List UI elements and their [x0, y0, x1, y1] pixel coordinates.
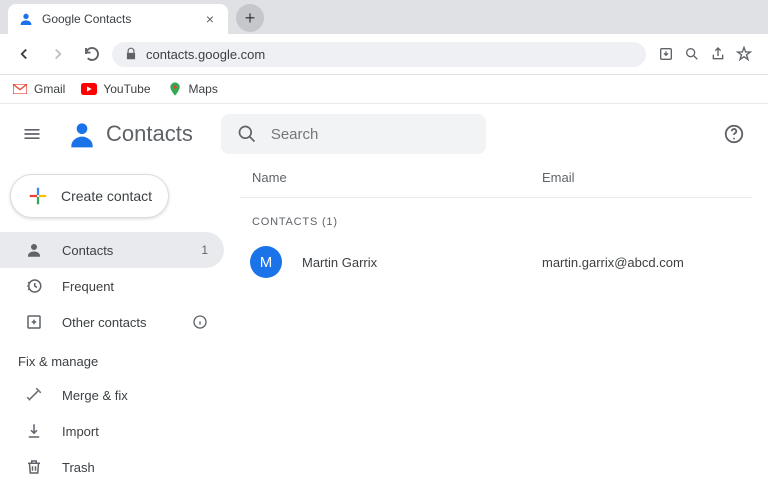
- star-icon[interactable]: [736, 46, 752, 62]
- app-header: Contacts: [0, 104, 768, 164]
- nav-label: Contacts: [62, 243, 113, 258]
- download-icon: [24, 422, 44, 440]
- search-icon: [237, 124, 257, 144]
- browser-tab[interactable]: Google Contacts ×: [8, 4, 228, 34]
- bookmark-label: Gmail: [34, 82, 65, 96]
- back-button[interactable]: [10, 40, 38, 68]
- bookmark-gmail[interactable]: Gmail: [12, 81, 65, 97]
- create-contact-button[interactable]: Create contact: [10, 174, 169, 218]
- sidebar-item-other[interactable]: Other contacts: [0, 304, 224, 340]
- sidebar-item-contacts[interactable]: Contacts 1: [0, 232, 224, 268]
- sidebar-item-merge[interactable]: Merge & fix: [0, 377, 224, 413]
- avatar: M: [250, 246, 282, 278]
- app: Contacts Create contact Contacts: [0, 104, 768, 495]
- table-row[interactable]: M Martin Garrix martin.garrix@abcd.com: [240, 238, 752, 286]
- contacts-favicon-icon: [18, 11, 34, 27]
- nav-label: Other contacts: [62, 315, 147, 330]
- main-content: Name Email CONTACTS (1) M Martin Garrix …: [240, 164, 768, 495]
- info-icon[interactable]: [192, 314, 208, 330]
- youtube-icon: [81, 81, 97, 97]
- menu-button[interactable]: [12, 114, 52, 154]
- omnibox-actions: [652, 46, 758, 62]
- bookmark-label: YouTube: [103, 82, 150, 96]
- nav-label: Import: [62, 424, 99, 439]
- plus-icon: [27, 185, 49, 207]
- address-bar[interactable]: contacts.google.com: [112, 42, 646, 67]
- share-icon[interactable]: [710, 46, 726, 62]
- section-label-manage: Fix & manage: [0, 340, 240, 377]
- sidebar-item-frequent[interactable]: Frequent: [0, 268, 224, 304]
- close-icon[interactable]: ×: [202, 11, 218, 27]
- nav-label: Frequent: [62, 279, 114, 294]
- bookmark-maps[interactable]: Maps: [167, 81, 218, 97]
- maps-icon: [167, 81, 183, 97]
- search-input[interactable]: [271, 126, 470, 143]
- col-header-email[interactable]: Email: [542, 170, 752, 185]
- app-body: Create contact Contacts 1 Frequent Other…: [0, 164, 768, 495]
- help-button[interactable]: [716, 116, 752, 152]
- new-tab-button[interactable]: +: [236, 4, 264, 32]
- create-label: Create contact: [61, 188, 152, 204]
- sidebar-item-import[interactable]: Import: [0, 413, 224, 449]
- app-title: Contacts: [106, 121, 193, 147]
- history-icon: [24, 277, 44, 295]
- contacts-icon: [66, 118, 98, 150]
- bookmarks-bar: Gmail YouTube Maps: [0, 75, 768, 104]
- sidebar: Create contact Contacts 1 Frequent Other…: [0, 164, 240, 495]
- lock-icon: [124, 47, 138, 61]
- bookmark-label: Maps: [189, 82, 218, 96]
- install-icon[interactable]: [658, 46, 674, 62]
- gmail-icon: [12, 81, 28, 97]
- person-icon: [24, 241, 44, 259]
- nav-count: 1: [201, 243, 208, 257]
- browser-chrome: Google Contacts × + contacts.google.com: [0, 0, 768, 104]
- contact-email: martin.garrix@abcd.com: [542, 255, 752, 270]
- col-header-name[interactable]: Name: [252, 170, 542, 185]
- bookmark-youtube[interactable]: YouTube: [81, 81, 150, 97]
- wand-icon: [24, 386, 44, 404]
- column-headers: Name Email: [240, 164, 752, 198]
- contact-name: Martin Garrix: [302, 255, 542, 270]
- forward-button[interactable]: [44, 40, 72, 68]
- group-label: CONTACTS (1): [240, 198, 752, 238]
- nav-label: Trash: [62, 460, 95, 475]
- app-logo[interactable]: Contacts: [66, 118, 193, 150]
- nav-label: Merge & fix: [62, 388, 128, 403]
- zoom-icon[interactable]: [684, 46, 700, 62]
- archive-icon: [24, 313, 44, 331]
- browser-nav-bar: contacts.google.com: [0, 34, 768, 75]
- url-text: contacts.google.com: [146, 47, 265, 62]
- sidebar-item-trash[interactable]: Trash: [0, 449, 224, 485]
- tab-bar: Google Contacts × +: [0, 0, 768, 34]
- reload-button[interactable]: [78, 40, 106, 68]
- tab-title: Google Contacts: [42, 12, 194, 26]
- trash-icon: [24, 458, 44, 476]
- search-box[interactable]: [221, 114, 486, 154]
